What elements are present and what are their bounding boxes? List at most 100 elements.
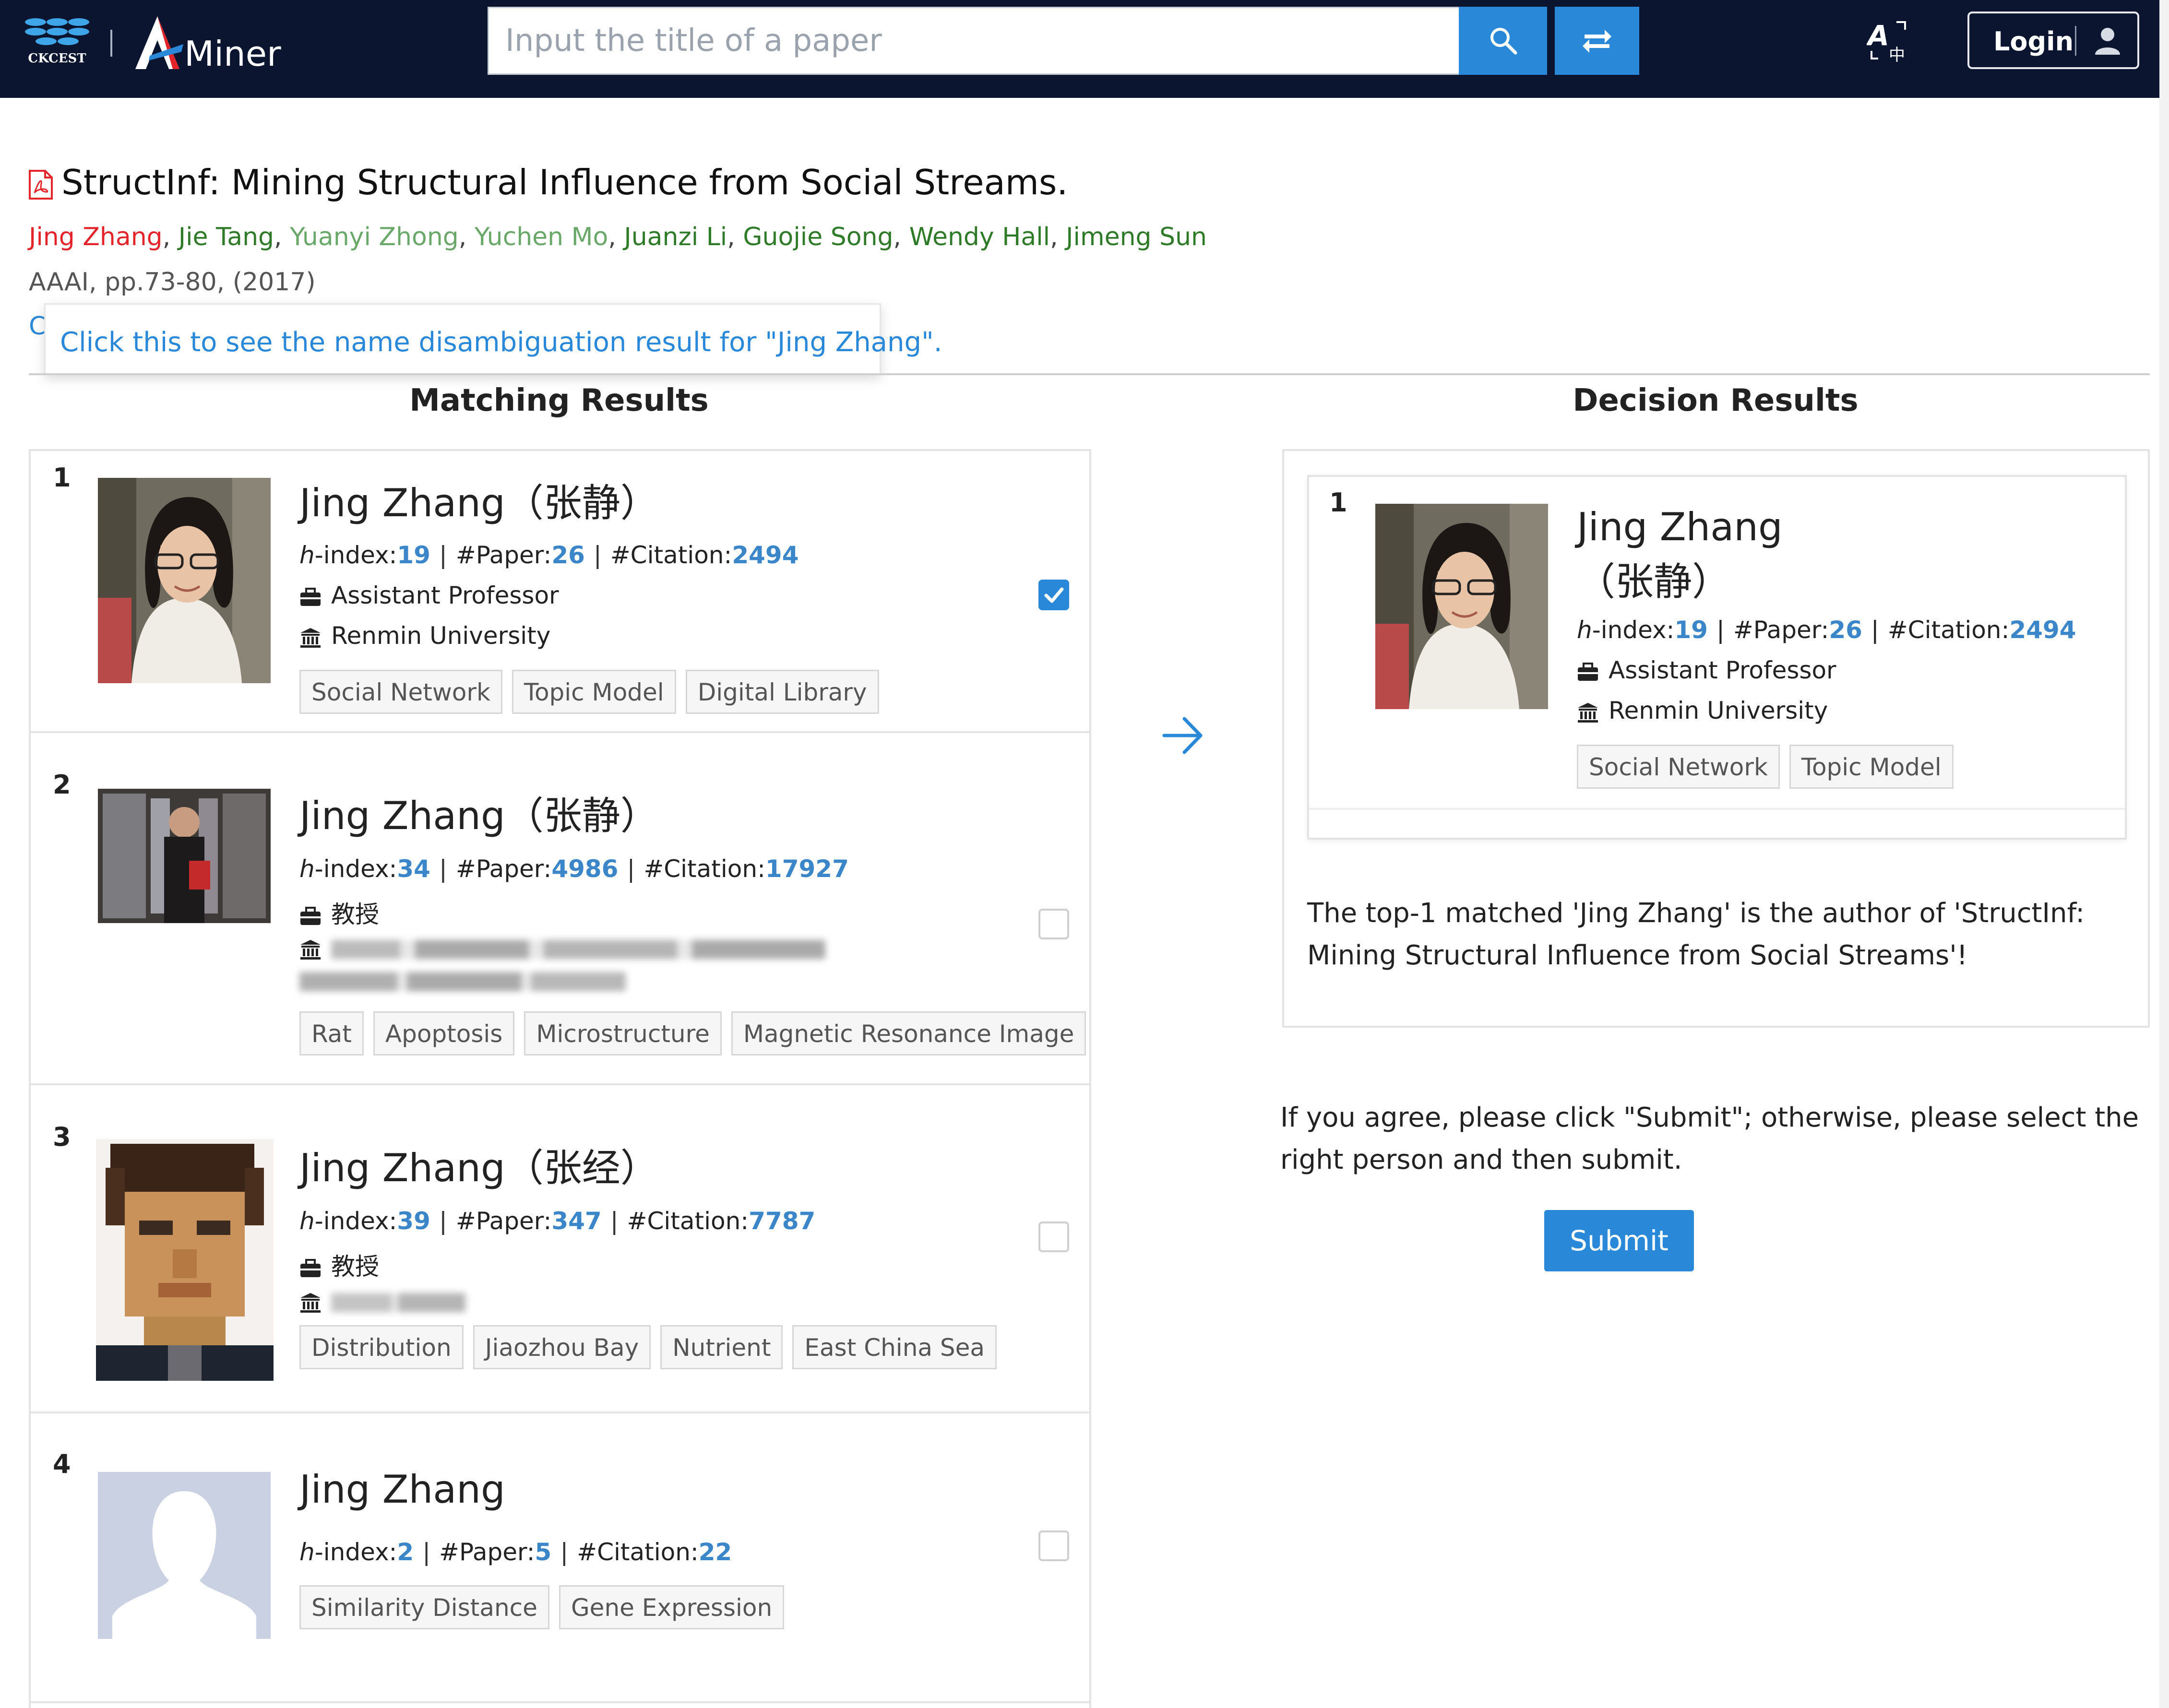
candidate-tags: Social Network Topic Model Digital Library (299, 670, 889, 714)
h-index-label-h: h (299, 855, 315, 883)
aminer-logo[interactable]: Miner (131, 12, 289, 75)
h-index-label: -index: (1592, 616, 1675, 644)
author-separator: , (608, 223, 624, 251)
candidate-name[interactable]: Jing Zhang（张经） (299, 1137, 659, 1193)
candidate-photo (98, 478, 271, 683)
author-link[interactable]: Jie Tang (179, 223, 274, 251)
candidate-position-row: 教授 (299, 1247, 379, 1282)
partially-hidden-link[interactable]: C (29, 312, 46, 341)
candidate-name[interactable]: Jing Zhang（张静） (299, 472, 659, 528)
decision-results-panel: 1 Jing Zhang（张静） h-index:19 | #Paper:26 | #C… (1282, 449, 2150, 1028)
institution-icon (300, 1293, 321, 1313)
login-button[interactable]: Login (1967, 12, 2139, 69)
interest-tag[interactable]: Digital Library (685, 670, 879, 714)
interest-tag[interactable]: Rat (299, 1011, 364, 1056)
interest-tag[interactable]: Social Network (1577, 745, 1780, 789)
h-index-value: 39 (397, 1207, 430, 1235)
decision-candidate-card[interactable]: 1 Jing Zhang（张静） h-index:19 | #Paper:26 | #C… (1307, 475, 2127, 840)
candidate-checkbox[interactable] (1038, 1222, 1069, 1252)
interest-tag[interactable]: Apoptosis (373, 1011, 515, 1056)
decision-candidate-photo (1375, 504, 1548, 709)
author-link[interactable]: Yuchen Mo (475, 223, 608, 251)
institution-icon (300, 628, 321, 648)
redacted-affiliation (331, 1293, 465, 1312)
paper-count-value: 4986 (551, 855, 619, 883)
candidate-card[interactable]: 4 Jing Zhang h-index:2 | #Paper:5 | #Citatio… (31, 1413, 1089, 1703)
candidate-name[interactable]: Jing Zhang（张静） (299, 785, 659, 841)
briefcase-icon (300, 906, 321, 925)
candidate-tags: Distribution Jiaozhou Bay Nutrient East Chi… (299, 1325, 1006, 1369)
author-link[interactable]: Juanzi Li (624, 223, 727, 251)
paper-count-label: #Paper: (455, 541, 552, 569)
paper-count-label: #Paper: (439, 1538, 535, 1566)
institution-icon (300, 939, 321, 960)
interest-tag[interactable]: Gene Expression (559, 1585, 785, 1629)
h-index-label-h: h (299, 541, 315, 569)
paper-count-label: #Paper: (455, 1207, 552, 1235)
paper-title[interactable]: StructInf: Mining Structural Influence f… (61, 162, 1068, 202)
search-input[interactable] (489, 8, 1460, 73)
agree-instructions: If you agree, please click "Submit"; oth… (1280, 1102, 2139, 1175)
candidate-affiliation-row (299, 1287, 465, 1315)
citation-count-value: 2494 (2009, 616, 2076, 644)
submit-button[interactable]: Submit (1544, 1210, 1694, 1271)
logo-divider (110, 30, 112, 57)
candidate-card[interactable]: 2 Jing Zhang（张静） h-index:34 | #Paper:4986 |… (31, 733, 1089, 1085)
candidate-position: 教授 (331, 1253, 379, 1281)
candidate-checkbox[interactable] (1038, 909, 1069, 939)
citation-count-label: #Citation: (1887, 616, 2010, 644)
stat-separator: | (593, 541, 602, 569)
candidate-affiliation-row: Renmin University (299, 622, 550, 650)
interest-tag[interactable]: Magnetic Resonance Image (731, 1011, 1086, 1056)
candidate-checkbox[interactable] (1038, 580, 1069, 610)
candidate-stats: h-index:19 | #Paper:26 | #Citation:2494 (299, 541, 799, 569)
author-link[interactable]: Wendy Hall (909, 223, 1050, 251)
decision-message: The top-1 matched 'Jing Zhang' is the au… (1307, 898, 2085, 971)
translate-icon[interactable]: A 中 (1867, 17, 1915, 65)
author-link[interactable]: Yuanyi Zhong (290, 223, 459, 251)
candidate-card[interactable]: 3 Jing Zhang（张经） h-index:39 | #Paper:347 | #… (31, 1085, 1089, 1413)
interest-tag[interactable]: Topic Model (512, 670, 676, 714)
citation-count-value: 2494 (732, 541, 799, 569)
interest-tag[interactable]: Distribution (299, 1325, 464, 1369)
paper-count-label: #Paper: (455, 855, 552, 883)
author-link[interactable]: Jimeng Sun (1066, 223, 1207, 251)
search-button[interactable] (1459, 7, 1547, 75)
h-index-value: 2 (397, 1538, 414, 1566)
redacted-affiliation-continued (299, 972, 626, 991)
candidate-card[interactable]: 1 Jing Zhang（张静） h-index:19 | #Paper:26 | #C… (31, 451, 1089, 733)
author-link[interactable]: Guojie Song (743, 223, 893, 251)
interest-tag[interactable]: Jiaozhou Bay (473, 1325, 651, 1369)
interest-tag[interactable]: East China Sea (792, 1325, 997, 1369)
candidate-rank: 3 (53, 1122, 71, 1152)
swap-button[interactable] (1555, 7, 1639, 75)
interest-tag[interactable]: Microstructure (524, 1011, 722, 1056)
author-separator: , (458, 223, 475, 251)
page-scrollbar[interactable] (2159, 0, 2169, 1708)
search-box[interactable] (488, 7, 1462, 75)
decision-position-row: Assistant Professor (1577, 656, 1836, 684)
interest-tag[interactable]: Similarity Distance (299, 1585, 549, 1629)
stat-separator: | (439, 541, 447, 569)
ckcest-logo[interactable]: CKCEST (21, 14, 93, 67)
interest-tag[interactable]: Topic Model (1789, 745, 1954, 789)
interest-tag[interactable]: Social Network (299, 670, 502, 714)
disambiguation-tooltip[interactable]: Click this to see the name disambiguatio… (44, 303, 942, 375)
login-separator (2075, 26, 2076, 56)
candidate-checkbox[interactable] (1038, 1530, 1069, 1561)
interest-tag[interactable]: Nutrient (660, 1325, 783, 1369)
pdf-icon[interactable] (28, 170, 54, 200)
author-link[interactable]: Jing Zhang (29, 223, 163, 251)
institution-icon (1578, 702, 1598, 723)
stat-separator: | (560, 1538, 569, 1566)
decision-rank: 1 (1329, 487, 1347, 518)
decision-affiliation: Renmin University (1609, 697, 1828, 724)
candidate-name[interactable]: Jing Zhang (299, 1467, 505, 1512)
stat-separator: | (627, 855, 635, 883)
decision-candidate-name[interactable]: Jing Zhang（张静） (1577, 500, 1846, 609)
disambiguation-tooltip-text[interactable]: Click this to see the name disambiguatio… (60, 327, 942, 358)
aminer-a-mark (135, 16, 183, 69)
h-index-value: 19 (1674, 616, 1708, 644)
stat-separator: | (439, 855, 447, 883)
author-separator: , (162, 223, 179, 251)
